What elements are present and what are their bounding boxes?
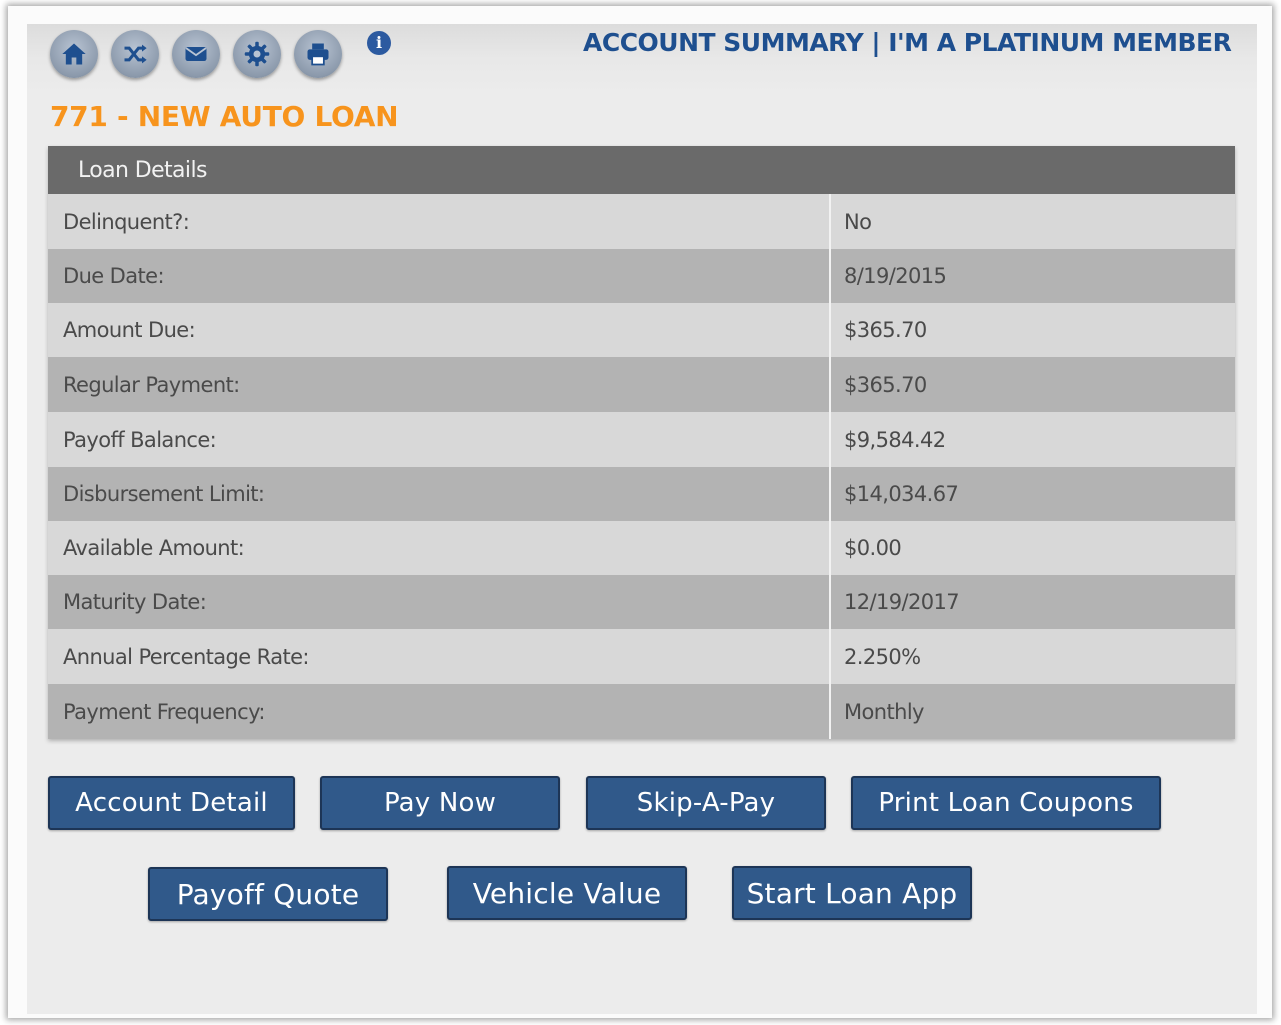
row-value: 12/19/2017 (844, 590, 960, 614)
account-detail-button[interactable]: Account Detail (48, 776, 295, 830)
table-row: Delinquent?: No (48, 194, 1235, 249)
row-value: 8/19/2015 (844, 264, 947, 288)
payoff-quote-button[interactable]: Payoff Quote (148, 867, 388, 921)
loan-details-header: Loan Details (48, 146, 1235, 194)
skip-a-pay-button[interactable]: Skip-A-Pay (586, 776, 826, 830)
printer-icon[interactable] (294, 30, 342, 78)
table-row: Maturity Date: 12/19/2017 (48, 575, 1235, 629)
row-label: Delinquent?: (48, 194, 831, 249)
row-label: Due Date: (48, 249, 831, 303)
table-row: Disbursement Limit: $14,034.67 (48, 467, 1235, 521)
row-label: Available Amount: (48, 521, 831, 575)
table-row: Available Amount: $0.00 (48, 521, 1235, 575)
table-row: Payoff Balance: $9,584.42 (48, 412, 1235, 467)
gear-icon[interactable] (233, 30, 281, 78)
print-loan-coupons-button[interactable]: Print Loan Coupons (851, 776, 1161, 830)
row-label: Maturity Date: (48, 575, 831, 629)
table-row: Annual Percentage Rate: 2.250% (48, 629, 1235, 684)
row-value: Monthly (844, 699, 924, 724)
row-value: 2.250% (844, 644, 921, 669)
row-value: $0.00 (844, 536, 902, 560)
toolbar-icons (50, 30, 342, 78)
row-label: Amount Due: (48, 303, 831, 357)
table-row: Regular Payment: $365.70 (48, 357, 1235, 412)
row-value: $365.70 (844, 318, 927, 342)
row-label: Disbursement Limit: (48, 467, 831, 521)
shuffle-icon[interactable] (111, 30, 159, 78)
row-label: Annual Percentage Rate: (48, 629, 831, 684)
row-value: No (844, 209, 872, 234)
row-value: $365.70 (844, 372, 927, 397)
row-value: $9,584.42 (844, 427, 946, 452)
row-label: Payoff Balance: (48, 412, 831, 467)
account-summary-link[interactable]: ACCOUNT SUMMARY | I'M A PLATINUM MEMBER (583, 28, 1232, 57)
row-label: Payment Frequency: (48, 684, 831, 739)
info-icon[interactable]: i (367, 31, 391, 55)
vehicle-value-button[interactable]: Vehicle Value (447, 866, 687, 920)
row-label: Regular Payment: (48, 357, 831, 412)
loan-details-table: Loan Details Delinquent?: No Due Date: 8… (48, 146, 1235, 739)
loan-title: 771 - NEW AUTO LOAN (50, 100, 399, 133)
mail-icon[interactable] (172, 30, 220, 78)
start-loan-app-button[interactable]: Start Loan App (732, 866, 972, 920)
table-row: Payment Frequency: Monthly (48, 684, 1235, 739)
row-value: $14,034.67 (844, 482, 959, 506)
pay-now-button[interactable]: Pay Now (320, 776, 560, 830)
table-row: Amount Due: $365.70 (48, 303, 1235, 357)
home-icon[interactable] (50, 30, 98, 78)
table-row: Due Date: 8/19/2015 (48, 249, 1235, 303)
